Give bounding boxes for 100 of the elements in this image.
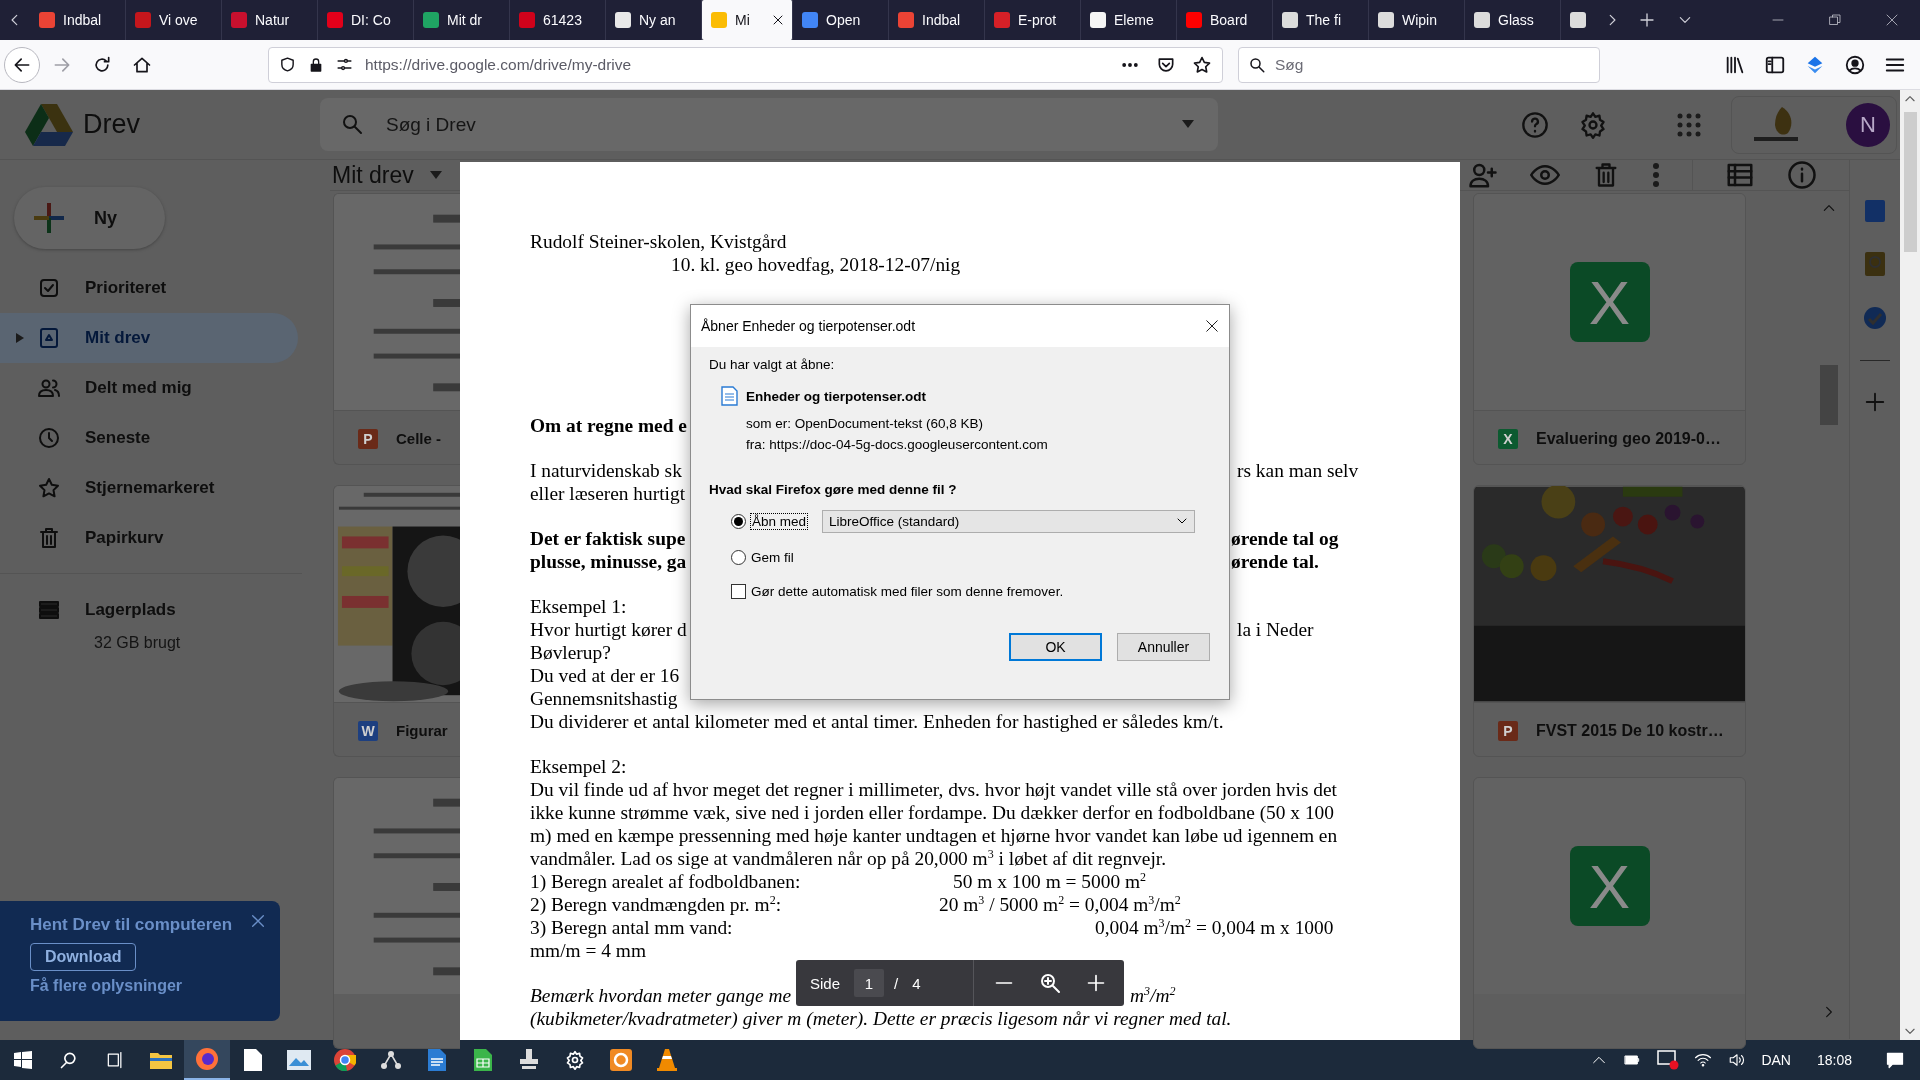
avatar[interactable]: N — [1846, 102, 1890, 147]
display-icon[interactable] — [1657, 1050, 1680, 1070]
file-card[interactable]: W Figurar — [333, 485, 460, 757]
file-type-icon: W — [358, 720, 378, 741]
document-text: m) med en kæmpe pressenning med høje kanter undtagen et hjørne hvor vandet kan løbe ud igennem en — [530, 824, 1338, 847]
file-type-icon: X — [1498, 428, 1518, 449]
restore-icon[interactable] — [1828, 14, 1841, 26]
dropdown-caret-icon[interactable] — [1182, 120, 1194, 128]
more-info-link[interactable]: Få flere oplysninger — [30, 977, 250, 995]
document-text: Om at regne med e — [530, 414, 687, 437]
wifi-icon[interactable] — [1693, 1051, 1714, 1069]
app-dropdown[interactable]: LibreOffice (standard) — [822, 509, 1196, 533]
document-text: Du vil finde ud af hvor meget det regner i millimeter, dvs. hvor højt vandet ville stå over jorden hvis det — [530, 778, 1337, 801]
search-field[interactable]: Søg i Drev — [320, 98, 1218, 151]
clock[interactable]: 18:08 — [1816, 1052, 1852, 1068]
lock-icon[interactable] — [308, 56, 324, 73]
help-icon[interactable] — [1521, 110, 1549, 139]
file-card[interactable]: P Celle - — [333, 193, 460, 465]
network-icon[interactable] — [380, 1049, 402, 1071]
file-type-text: som er: OpenDocument-tekst (60,8 KB) — [746, 416, 985, 431]
browser-tab[interactable]: Mi — [702, 0, 793, 40]
account-icon[interactable] — [1844, 53, 1866, 76]
document-text: Gennemsnitshastig — [530, 687, 678, 710]
sliders-icon[interactable] — [336, 56, 353, 73]
page-number-field[interactable]: 1 — [854, 969, 885, 997]
reload-icon[interactable] — [92, 54, 112, 75]
search-icon — [1248, 55, 1266, 74]
expand-arrow-icon[interactable] — [16, 333, 24, 343]
trash-icon — [37, 526, 61, 550]
traffic-cone-icon[interactable] — [657, 1049, 677, 1071]
document-text: (kubikmeter/kvadratmeter) giver m (meter). Dette er præcis ligesom når vi regner med tal. — [530, 1007, 1232, 1030]
cancel-button[interactable]: Annuller — [1117, 633, 1210, 661]
option-label[interactable]: Gem fil — [751, 549, 794, 565]
notification-icon[interactable] — [1884, 1050, 1906, 1070]
zoom-icon[interactable] — [1038, 971, 1062, 995]
plus-icon — [34, 203, 64, 233]
scroll-thumb[interactable] — [1903, 112, 1917, 252]
app-icon[interactable] — [610, 1049, 632, 1071]
search-field[interactable]: Søg — [1238, 46, 1600, 83]
back-button[interactable] — [4, 46, 40, 83]
document-text: 1) Beregn arealet af fodboldbanen: — [530, 871, 801, 892]
folder-icon[interactable] — [150, 1051, 172, 1069]
document-text: m$^{3}$/m$^{2}$ — [1130, 984, 1176, 1007]
document-text: 50 m x 100 m = 5000 m$^{2}$ — [953, 870, 1147, 893]
file-card[interactable]: X X Evaluering geo 2019-0… — [1473, 193, 1746, 465]
document-text: ørende tal. — [1231, 550, 1319, 573]
close-icon[interactable] — [772, 14, 784, 26]
spreadsheet-thumbnail-icon: X — [1569, 846, 1650, 926]
option-label[interactable]: Åbn med — [751, 513, 808, 529]
document-text: eller læseren hurtigt — [530, 482, 686, 505]
ok-button[interactable]: OK — [1009, 633, 1102, 661]
image-icon[interactable] — [287, 1050, 311, 1070]
dropdown-caret-icon[interactable] — [429, 171, 442, 179]
file-name: Enheder og tierpotenser.odt — [746, 388, 927, 404]
star-icon — [37, 476, 61, 500]
document-text: ørende tal og — [1231, 527, 1339, 550]
shield-icon[interactable] — [279, 56, 296, 73]
spreadsheet-icon[interactable] — [474, 1049, 492, 1071]
document-icon[interactable] — [244, 1049, 262, 1071]
stamp-icon[interactable] — [519, 1049, 539, 1071]
drive-icon — [37, 326, 61, 350]
checkbox-icon — [37, 276, 61, 300]
page-count: 4 — [912, 974, 921, 992]
question-text: Hvad skal Firefox gøre med denne fil ? — [709, 482, 958, 497]
document-text: Bemærk hvordan meter gange me — [530, 985, 791, 1006]
start-button[interactable] — [14, 1051, 32, 1069]
document-text: 10. kl. geo hovedfag, 2018-12-07/nig — [671, 253, 961, 276]
language-indicator[interactable]: DAN — [1761, 1052, 1791, 1068]
download-button[interactable]: Download — [30, 943, 137, 971]
document-text: Rudolf Steiner-skolen, Kvistgård — [530, 230, 787, 253]
scroll-thumb[interactable] — [1820, 365, 1838, 425]
plus-icon[interactable] — [1864, 391, 1886, 413]
document-text: vandmåler. Lad os sige at vandmåleren når op på 20,000 m$^{3}$ i løbet af dit regnvejr. — [530, 847, 1166, 870]
zoom-in-icon[interactable] — [1086, 973, 1106, 993]
dialog-title: Åbner Enheder og tierpotenser.odt — [701, 318, 916, 334]
page-label: Side — [810, 974, 841, 992]
spreadsheet-thumbnail-icon: X — [1569, 262, 1650, 342]
url-text[interactable]: https://drive.google.com/drive/my-drive — [365, 55, 632, 74]
document-text: Bøvlerup? — [530, 641, 611, 664]
apps-grid-icon[interactable] — [1677, 112, 1701, 137]
search-icon — [340, 112, 364, 136]
document-text: Eksempel 1: — [530, 595, 627, 618]
document-text: mm/m = 4 mm — [530, 939, 646, 962]
info-icon[interactable] — [1787, 160, 1817, 190]
checkbox-label[interactable]: Gør dette automatisk med filer som denne fremover. — [751, 583, 1064, 599]
storage-usage: 32 GB brugt — [93, 634, 182, 652]
radio-button[interactable] — [731, 513, 746, 529]
settings-icon[interactable] — [565, 1050, 585, 1070]
search-icon[interactable] — [59, 1050, 79, 1070]
app-name: Drev — [83, 109, 140, 140]
radio-button[interactable] — [731, 549, 746, 565]
close-icon[interactable] — [1205, 319, 1219, 333]
address-bar[interactable]: https://drive.google.com/drive/my-drive — [268, 46, 1223, 83]
star-icon[interactable] — [1192, 54, 1212, 75]
text-document-icon[interactable] — [428, 1049, 446, 1071]
checkbox[interactable] — [731, 583, 746, 599]
more-options-icon[interactable] — [1652, 162, 1660, 188]
checkmark-icon[interactable] — [1863, 306, 1887, 330]
browser-icon[interactable] — [334, 1049, 356, 1071]
file-card[interactable]: P FVST 2015 De 10 kostr… — [1473, 485, 1746, 757]
